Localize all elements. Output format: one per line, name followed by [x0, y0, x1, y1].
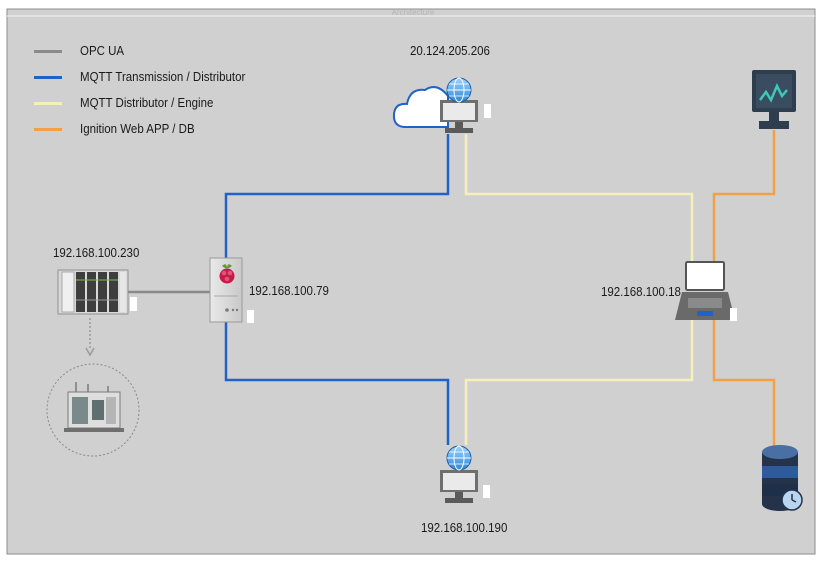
legend-item-opc-ua: OPC UA [34, 38, 260, 64]
legend: OPC UA MQTT Transmission / Distributor M… [34, 38, 260, 142]
laptop-ip-label: 192.168.100.18 [601, 285, 681, 299]
legend-item-mqtt-engine: MQTT Distributor / Engine [34, 90, 260, 116]
legend-swatch-mqtt-transmission [34, 75, 62, 79]
plc-rack-icon[interactable] [57, 269, 137, 315]
legend-label: MQTT Distributor / Engine [80, 96, 214, 110]
legend-item-ignition: Ignition Web APP / DB [34, 116, 260, 142]
local-server-ip-label: 192.168.100.190 [421, 521, 508, 535]
industrial-machine-icon[interactable] [46, 363, 140, 457]
legend-swatch-opc-ua [34, 49, 62, 53]
cloud-server-ip-label: 20.124.205.206 [410, 44, 490, 58]
legend-label: OPC UA [80, 44, 125, 58]
legend-swatch-mqtt-engine [34, 101, 62, 105]
legend-swatch-ignition [34, 127, 62, 131]
plc-ip-label: 192.168.100.230 [53, 246, 140, 260]
legend-label: Ignition Web APP / DB [80, 122, 195, 136]
diagram-frame-title: Architecture [391, 8, 435, 17]
legend-label: MQTT Transmission / Distributor [80, 70, 246, 84]
raspberry-pi-ip-label: 192.168.100.79 [249, 284, 329, 298]
database-clock-icon[interactable] [762, 445, 803, 511]
legend-item-mqtt-transmission: MQTT Transmission / Distributor [34, 64, 260, 90]
